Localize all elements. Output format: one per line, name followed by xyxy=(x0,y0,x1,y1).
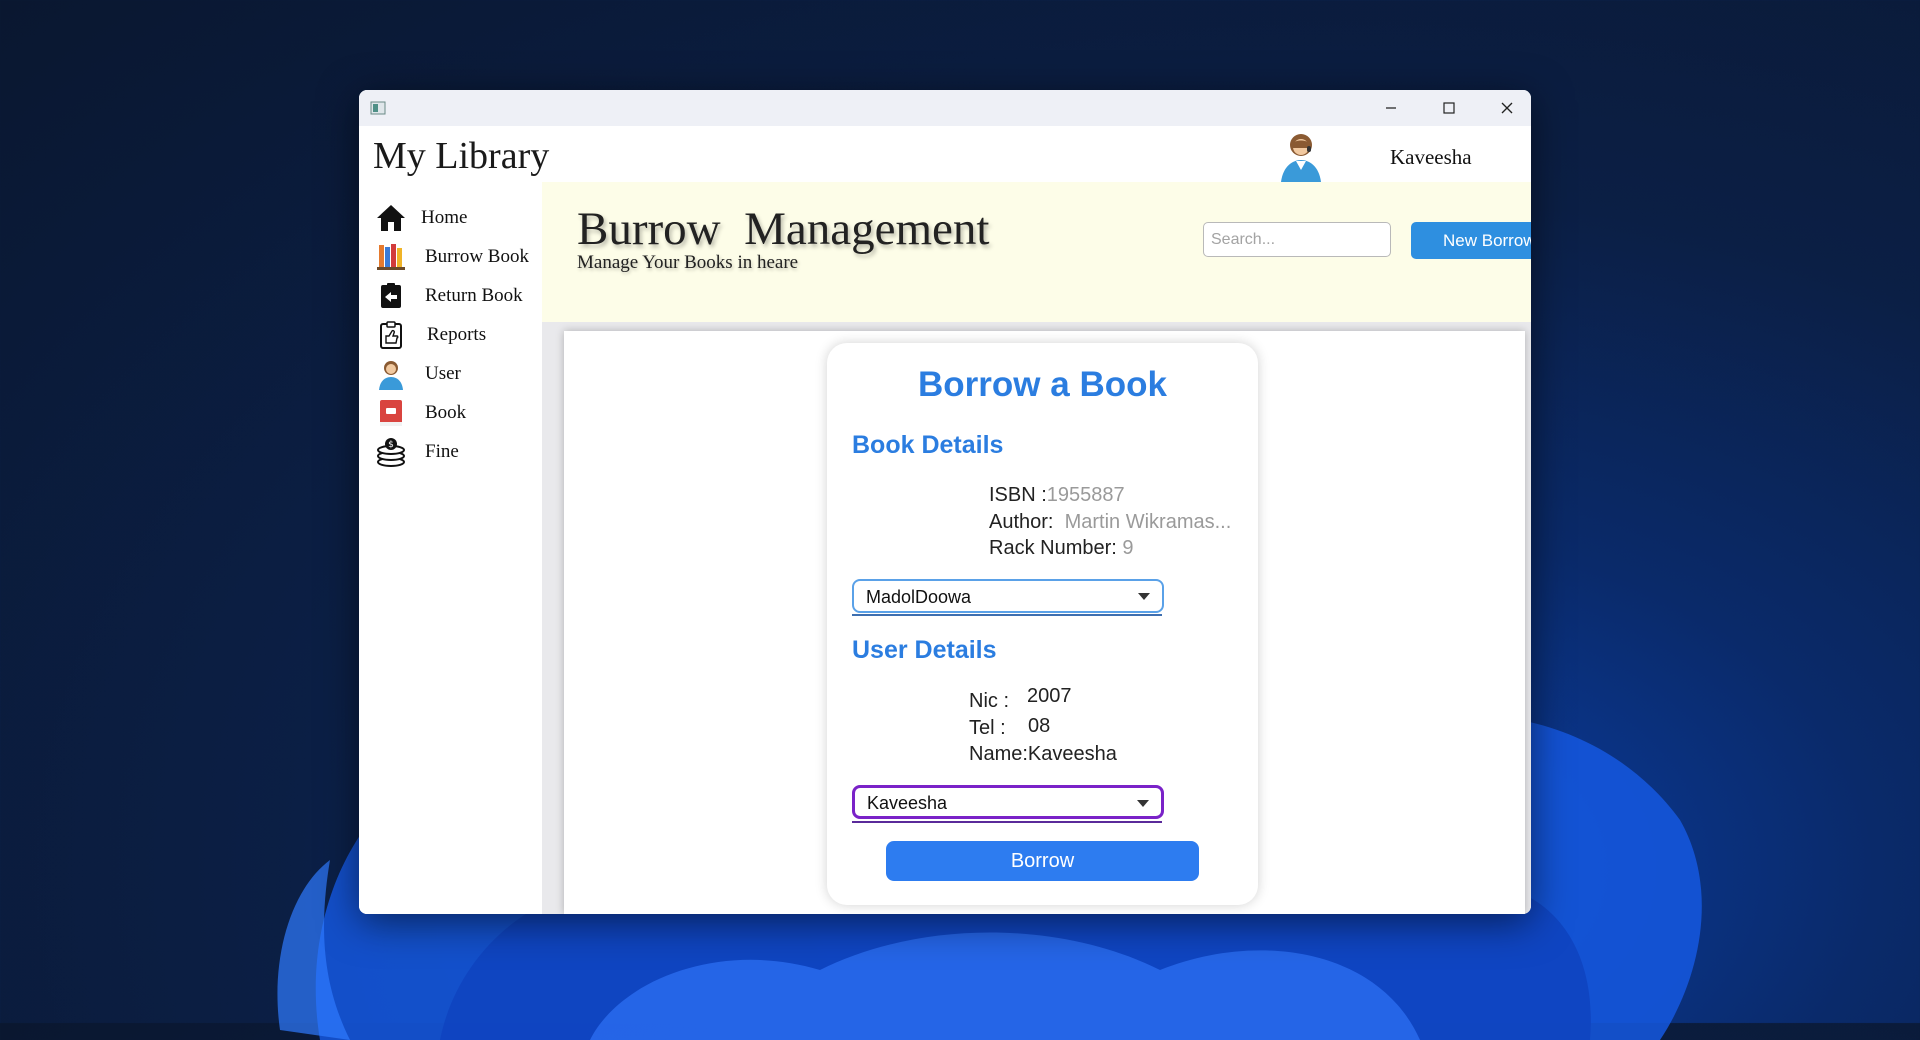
sidebar-item-fine[interactable]: $ Fine xyxy=(375,434,459,470)
rack-row: Rack Number: 9 xyxy=(989,537,1134,560)
user-icon xyxy=(379,361,403,390)
coins-icon: $ xyxy=(377,438,405,467)
title-bar xyxy=(359,90,1531,126)
return-icon xyxy=(381,283,401,308)
name-label: Name: xyxy=(969,743,1028,765)
author-value: Martin Wikramas... xyxy=(1064,511,1232,533)
sidebar-item-label: Reports xyxy=(427,324,487,345)
sidebar: Home Burrow Book Return Book Reports Use… xyxy=(359,182,542,914)
home-icon xyxy=(377,205,405,231)
sidebar-item-user[interactable]: User xyxy=(375,356,461,392)
user-avatar-icon[interactable] xyxy=(1275,128,1327,182)
minimize-icon xyxy=(1386,107,1396,109)
svg-text:$: $ xyxy=(388,440,394,450)
book-select-value: MadolDoowa xyxy=(866,587,972,607)
sidebar-item-label: Burrow Book xyxy=(425,246,529,267)
nic-row: Nic : 2007 xyxy=(969,685,1072,713)
user-select[interactable]: Kaveesha xyxy=(852,785,1164,819)
isbn-row: ISBN :1955887 xyxy=(989,484,1125,507)
sidebar-item-label: Fine xyxy=(425,441,459,462)
close-button[interactable] xyxy=(1478,90,1531,126)
sidebar-item-label: Home xyxy=(421,207,468,228)
books-icon xyxy=(377,244,405,270)
user-select-value: Kaveesha xyxy=(867,793,948,813)
book-details-heading: Book Details xyxy=(852,431,1004,459)
form-title: Borrow a Book xyxy=(918,365,1167,404)
maximize-icon xyxy=(1443,102,1455,114)
search-input[interactable] xyxy=(1203,222,1391,257)
close-icon xyxy=(1501,102,1513,114)
isbn-value: 1955887 xyxy=(1046,484,1125,506)
author-row: Author: Martin Wikramas... xyxy=(989,511,1231,534)
sidebar-item-label: Book xyxy=(425,402,467,423)
book-select-underline xyxy=(852,614,1162,616)
app-title: My Library xyxy=(373,135,550,177)
app-window-icon xyxy=(370,101,386,115)
rack-label: Rack Number: xyxy=(989,537,1117,559)
sidebar-item-label: User xyxy=(425,363,461,384)
borrow-button[interactable]: Borrow xyxy=(886,841,1199,881)
author-label: Author: xyxy=(989,511,1054,533)
tel-row: Tel : 08 xyxy=(969,715,1050,740)
user-name: Kaveesha xyxy=(1390,145,1472,169)
isbn-label: ISBN : xyxy=(989,484,1047,506)
sidebar-item-book[interactable]: Book xyxy=(375,395,466,431)
content-area: Borrow a Book Book Details ISBN :1955887… xyxy=(542,322,1531,914)
new-borrow-button[interactable]: New Borrow xyxy=(1411,222,1531,259)
clipboard-thumb-icon xyxy=(380,321,402,349)
page-title: Burrow Management xyxy=(577,203,990,255)
tel-label: Tel : xyxy=(969,717,1006,739)
book-select[interactable]: MadolDoowa xyxy=(852,579,1164,613)
sidebar-item-label: Return Book xyxy=(425,285,523,306)
chevron-down-icon xyxy=(1137,800,1149,807)
tel-value: 08 xyxy=(1028,715,1051,737)
sidebar-item-return-book[interactable]: Return Book xyxy=(375,278,523,314)
chevron-down-icon xyxy=(1138,593,1150,600)
sidebar-item-home[interactable]: Home xyxy=(375,200,467,236)
name-value: Kaveesha xyxy=(1027,743,1117,765)
maximize-button[interactable] xyxy=(1420,90,1478,126)
minimize-button[interactable] xyxy=(1362,90,1420,126)
name-row: Name:Kaveesha xyxy=(969,743,1117,766)
page-header: Burrow Management Manage Your Books in h… xyxy=(542,182,1531,322)
nic-label: Nic : xyxy=(969,690,1009,712)
user-details-heading: User Details xyxy=(852,636,997,664)
book-icon xyxy=(380,400,402,426)
rack-value: 9 xyxy=(1122,537,1134,559)
borrow-form-card: Borrow a Book Book Details ISBN :1955887… xyxy=(827,343,1258,905)
nic-value: 2007 xyxy=(1027,685,1072,707)
sidebar-item-reports[interactable]: Reports xyxy=(375,317,486,353)
page-subtitle: Manage Your Books in heare xyxy=(577,252,799,273)
sidebar-item-burrow-book[interactable]: Burrow Book xyxy=(375,239,529,275)
content-panel: Borrow a Book Book Details ISBN :1955887… xyxy=(564,331,1525,914)
app-window: My Library Kaveesha Home Burrow Book Ret… xyxy=(359,90,1531,914)
user-select-underline xyxy=(852,821,1162,823)
